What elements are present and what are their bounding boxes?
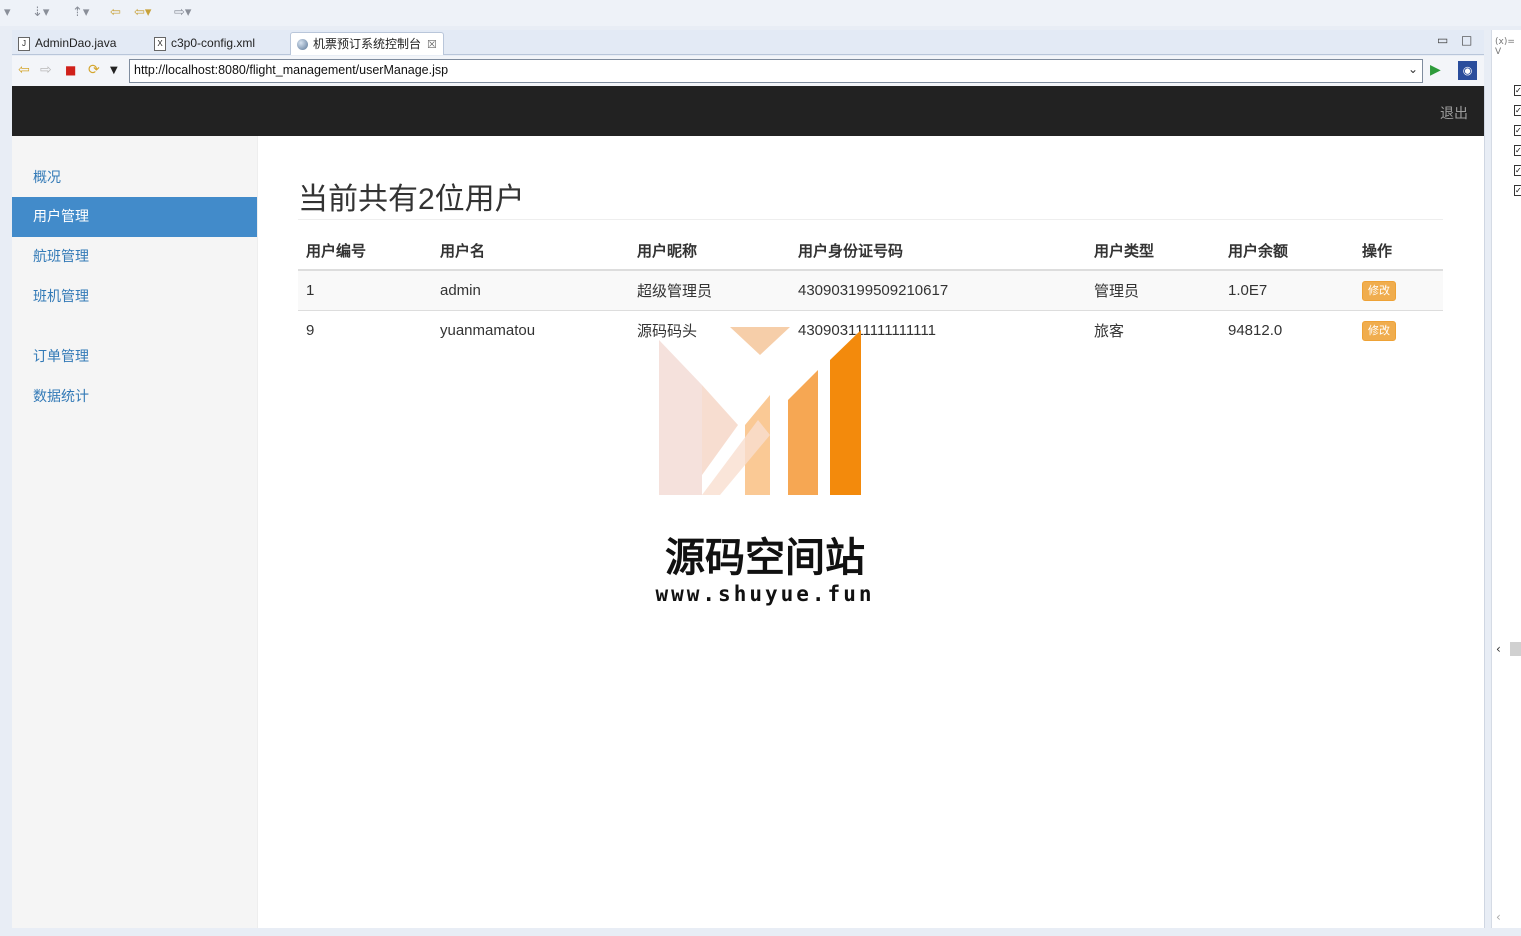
- annotation-icon[interactable]: ⇡▾: [72, 5, 89, 20]
- sidebar-item-user-management[interactable]: 用户管理: [12, 197, 257, 237]
- column-header: 操作: [1354, 231, 1443, 271]
- checkbox-icon[interactable]: ✓: [1514, 125, 1521, 136]
- url-text: http://localhost:8080/flight_management/…: [134, 63, 449, 77]
- top-navbar: 退出: [12, 86, 1484, 136]
- back-icon[interactable]: ⇦▾: [134, 5, 151, 20]
- id-card-cell: 430903199509210617: [790, 269, 1086, 311]
- sidebar-item-aircraft-management[interactable]: 班机管理: [12, 277, 257, 317]
- forward-icon[interactable]: ⇨: [40, 62, 52, 78]
- scrollbar-thumb[interactable]: [1510, 642, 1521, 656]
- browser-toolbar: ⇦ ⇨ ■ ⟳ ▼ http://localhost:8080/flight_m…: [12, 56, 1484, 87]
- column-header: 用户编号: [298, 231, 432, 271]
- sidebar: 概况 用户管理 航班管理 班机管理 订单管理 数据统计: [12, 136, 258, 928]
- edit-button[interactable]: 修改: [1362, 280, 1396, 301]
- refresh-icon[interactable]: ⟳: [88, 62, 100, 78]
- watermark-logo-icon: [659, 327, 861, 495]
- stop-icon[interactable]: ■: [65, 63, 76, 77]
- status-strip: [0, 928, 1521, 936]
- variables-label: (x)= V: [1495, 37, 1515, 57]
- balance-cell: 94812.0: [1220, 310, 1354, 350]
- close-icon[interactable]: ☒: [427, 39, 437, 51]
- edit-button[interactable]: 修改: [1362, 320, 1396, 341]
- page-title: 当前共有2位用户: [298, 183, 525, 216]
- watermark-title: 源码空间站: [665, 535, 865, 581]
- variables-panel: (x)= V ✓ ✓ ✓ ✓ ✓ ✓ ‹ ‹: [1491, 30, 1521, 930]
- checkbox-icon[interactable]: ✓: [1514, 105, 1521, 116]
- column-header: 用户类型: [1086, 231, 1220, 271]
- balance-cell: 1.0E7: [1220, 269, 1354, 311]
- nickname-cell: 超级管理员: [629, 269, 790, 311]
- scroll-left-icon[interactable]: ‹: [1496, 910, 1501, 924]
- user-id-cell: 9: [298, 310, 432, 350]
- last-edit-icon[interactable]: ⇦: [110, 5, 121, 20]
- xml-file-icon: X: [154, 36, 166, 51]
- username-cell: yuanmamatou: [432, 310, 629, 350]
- sidebar-item-flight-management[interactable]: 航班管理: [12, 237, 257, 277]
- globe-icon: [297, 39, 308, 51]
- scroll-left-icon[interactable]: ‹: [1496, 642, 1501, 656]
- maximize-icon[interactable]: □: [1461, 33, 1472, 47]
- tab-browser-console[interactable]: 机票预订系统控制台 ☒: [290, 32, 444, 55]
- forward-icon[interactable]: ⇨▾: [174, 5, 191, 20]
- user-type-cell: 管理员: [1086, 269, 1220, 311]
- sidebar-item-statistics[interactable]: 数据统计: [12, 377, 257, 417]
- logout-link[interactable]: 退出: [1440, 103, 1468, 123]
- watermark: 源码空间站 www.shuyue.fun: [640, 325, 890, 615]
- ide-toolbar: ▾ ⇣▾ ⇡▾ ⇦ ⇦▾ ⇨▾: [0, 0, 1521, 26]
- column-header: 用户身份证号码: [790, 231, 1086, 271]
- browser-settings-icon[interactable]: ◉: [1458, 61, 1477, 80]
- checkbox-icon[interactable]: ✓: [1514, 165, 1521, 176]
- user-id-cell: 1: [298, 269, 432, 311]
- tab-admin-dao[interactable]: J AdminDao.java: [18, 32, 116, 54]
- table-header-row: 用户编号 用户名 用户昵称 用户身份证号码 用户类型 用户余额 操作: [298, 231, 1443, 271]
- editor-tabs: J AdminDao.java Xc3p0-config.xml 机票预订系统控制…: [12, 30, 1484, 55]
- url-input[interactable]: http://localhost:8080/flight_management/…: [129, 59, 1423, 83]
- checkbox-icon[interactable]: ✓: [1514, 85, 1521, 96]
- sidebar-item-order-management[interactable]: 订单管理: [12, 337, 257, 377]
- username-cell: admin: [432, 269, 629, 311]
- divider: [298, 219, 1443, 220]
- minimize-icon[interactable]: ▭: [1437, 33, 1448, 47]
- tab-c3p0-config[interactable]: Xc3p0-config.xml: [154, 32, 255, 54]
- table-row: 1 admin 超级管理员 430903199509210617 管理员 1.0…: [298, 269, 1443, 311]
- back-icon[interactable]: ⇦: [18, 62, 30, 78]
- column-header: 用户余额: [1220, 231, 1354, 271]
- go-icon[interactable]: ▶: [1430, 62, 1441, 78]
- column-header: 用户昵称: [629, 231, 790, 271]
- checkbox-icon[interactable]: ✓: [1514, 145, 1521, 156]
- checkbox-icon[interactable]: ✓: [1514, 185, 1521, 196]
- action-cell: 修改: [1354, 269, 1443, 311]
- chevron-down-icon[interactable]: ⌄: [1408, 62, 1418, 76]
- action-cell: 修改: [1354, 310, 1443, 350]
- navigate-icon[interactable]: ⇣▾: [32, 5, 49, 20]
- dropdown-icon[interactable]: ▾: [4, 5, 11, 20]
- column-header: 用户名: [432, 231, 629, 271]
- java-file-icon: J: [18, 36, 30, 51]
- watermark-url: www.shuyue.fun: [655, 582, 875, 606]
- sidebar-item-overview[interactable]: 概况: [12, 158, 257, 198]
- user-type-cell: 旅客: [1086, 310, 1220, 350]
- chevron-down-icon[interactable]: ▼: [110, 65, 118, 76]
